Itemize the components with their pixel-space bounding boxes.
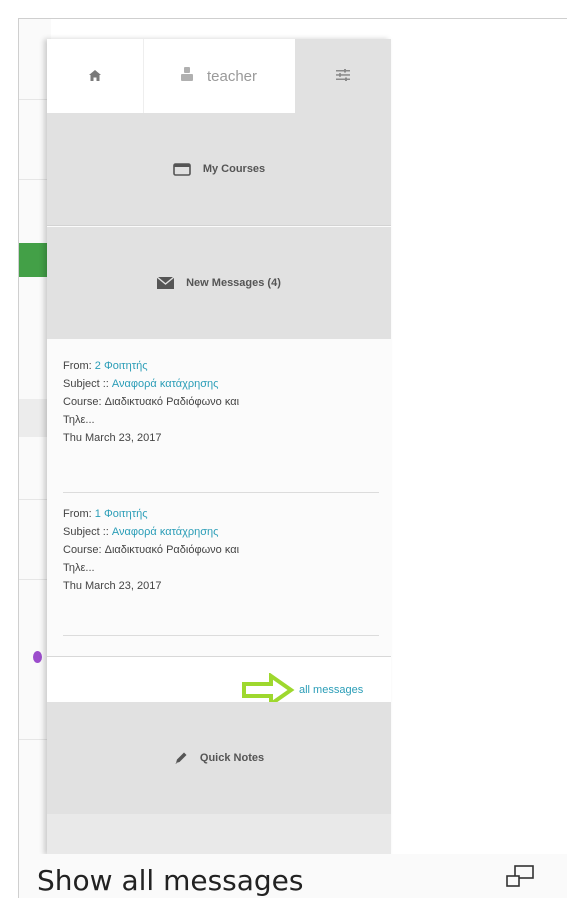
sidebar-panel: teacher My Courses New Messages (4) From… <box>47 39 391 855</box>
top-nav: teacher <box>47 39 391 114</box>
from-label: From: <box>63 360 92 372</box>
subject-label: Subject :: <box>63 378 109 390</box>
my-courses-section[interactable]: My Courses <box>47 113 391 226</box>
all-messages-row: all messages <box>47 656 391 708</box>
quick-notes-label: Quick Notes <box>199 752 265 764</box>
user-icon <box>180 67 193 85</box>
message-sender-link[interactable]: 1 Φοιτητής <box>95 508 148 520</box>
panel-bottom-strip <box>47 814 391 855</box>
window-icon <box>173 162 191 176</box>
new-messages-label: New Messages (4) <box>186 277 281 289</box>
my-courses-label: My Courses <box>202 163 266 175</box>
message-date: Thu March 23, 2017 <box>63 580 162 592</box>
new-messages-section[interactable]: New Messages (4) <box>47 227 391 339</box>
message-course-row: Course: Διαδικτυακό Ραδιόφωνο και <box>63 393 379 411</box>
course-value: Διαδικτυακό Ραδιόφωνο και <box>104 544 240 556</box>
from-label: From: <box>63 508 92 520</box>
message-divider <box>63 635 379 636</box>
course-label: Course: <box>63 396 102 408</box>
message-divider <box>63 492 379 493</box>
user-menu-button[interactable]: teacher <box>143 39 296 113</box>
message-date: Thu March 23, 2017 <box>63 432 162 444</box>
message-sender-link[interactable]: 2 Φοιτητής <box>95 360 148 372</box>
caption-text: Show all messages <box>37 864 304 897</box>
message-item[interactable]: From: 2 Φοιτητής Subject :: Αναφορά κατά… <box>63 357 379 447</box>
message-item[interactable]: From: 1 Φοιτητής Subject :: Αναφορά κατά… <box>63 505 379 595</box>
subject-label: Subject :: <box>63 526 109 538</box>
message-course-row: Course: Διαδικτυακό Ραδιόφωνο και <box>63 541 379 559</box>
message-course-continued: Τηλε... <box>63 414 95 426</box>
sliders-icon <box>336 68 350 85</box>
settings-toggle-button[interactable] <box>295 39 391 113</box>
background-purple-dot <box>33 651 42 663</box>
message-course-continued: Τηλε... <box>63 562 95 574</box>
home-button[interactable] <box>47 39 144 113</box>
username-label: teacher <box>206 67 258 85</box>
message-subject-link[interactable]: Αναφορά κατάχρησης <box>112 526 219 538</box>
message-from-row: From: 1 Φοιτητής <box>63 505 379 523</box>
course-value: Διαδικτυακό Ραδιόφωνο και <box>104 396 240 408</box>
quick-notes-section[interactable]: Quick Notes <box>47 702 391 814</box>
pencil-icon <box>174 751 188 765</box>
background-box <box>19 399 49 437</box>
expand-icon[interactable] <box>505 864 535 895</box>
message-subject-row: Subject :: Αναφορά κατάχρησης <box>63 375 379 393</box>
message-subject-link[interactable]: Αναφορά κατάχρησης <box>112 378 219 390</box>
message-from-row: From: 2 Φοιτητής <box>63 357 379 375</box>
message-subject-row: Subject :: Αναφορά κατάχρησης <box>63 523 379 541</box>
envelope-icon <box>157 277 175 289</box>
screenshot-frame: teacher My Courses New Messages (4) From… <box>18 18 567 855</box>
course-label: Course: <box>63 544 102 556</box>
home-icon <box>89 68 101 85</box>
all-messages-link[interactable]: all messages <box>299 684 363 696</box>
caption-bar: Show all messages <box>18 854 567 898</box>
